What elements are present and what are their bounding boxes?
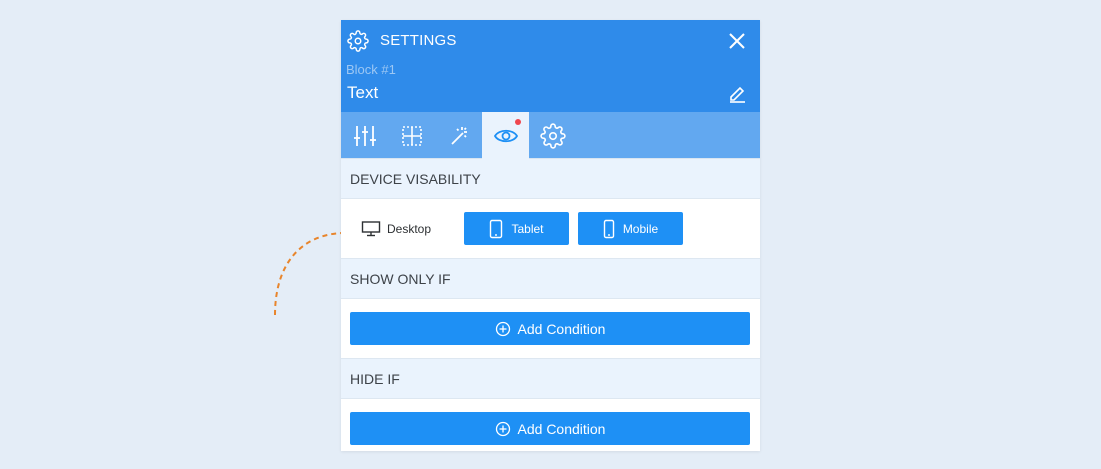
mobile-button[interactable]: Mobile xyxy=(578,212,683,245)
add-condition-label: Add Condition xyxy=(517,320,606,337)
tablet-icon xyxy=(490,219,503,238)
grid-icon xyxy=(401,125,422,146)
show-only-if-body: Add Condition xyxy=(341,299,760,359)
add-condition-label: Add Condition xyxy=(517,420,606,437)
show-only-if-heading: SHOW ONLY IF xyxy=(341,259,760,299)
tab-layout[interactable] xyxy=(388,112,435,159)
device-visibility-options: Desktop Tablet Mobile xyxy=(341,199,760,259)
sliders-icon xyxy=(353,125,376,146)
tablet-label: Tablet xyxy=(511,221,544,236)
device-visibility-heading: DEVICE VISABILITY xyxy=(341,159,760,199)
tablet-button[interactable]: Tablet xyxy=(464,212,569,245)
notification-dot xyxy=(515,119,521,125)
tab-style[interactable] xyxy=(341,112,388,159)
gear-icon xyxy=(347,30,369,52)
tab-effects[interactable] xyxy=(435,112,482,159)
tab-visibility[interactable] xyxy=(482,112,529,159)
settings-panel: SETTINGS Block #1 Text DEVICE VISABILITY… xyxy=(341,20,760,451)
mobile-label: Mobile xyxy=(622,221,659,236)
block-label: Block #1 xyxy=(346,62,396,77)
desktop-icon xyxy=(361,220,381,236)
edit-icon[interactable] xyxy=(726,82,748,104)
gear-icon xyxy=(539,122,566,149)
add-show-condition-button[interactable]: Add Condition xyxy=(350,312,750,345)
panel-title: SETTINGS xyxy=(380,32,457,49)
eye-icon xyxy=(493,129,518,142)
hide-if-heading: HIDE IF xyxy=(341,359,760,399)
mobile-icon xyxy=(603,219,615,238)
desktop-toggle[interactable]: Desktop xyxy=(361,212,431,245)
desktop-label: Desktop xyxy=(387,221,432,236)
add-hide-condition-button[interactable]: Add Condition xyxy=(350,412,750,445)
tab-settings[interactable] xyxy=(529,112,576,159)
settings-header: SETTINGS Block #1 Text xyxy=(341,20,760,112)
plus-circle-icon xyxy=(495,421,510,436)
hide-if-body: Add Condition xyxy=(341,399,760,451)
magic-wand-icon xyxy=(450,126,467,145)
close-icon[interactable] xyxy=(726,30,748,52)
block-name: Text xyxy=(347,83,379,102)
plus-circle-icon xyxy=(495,321,510,336)
settings-tabs xyxy=(341,112,760,159)
